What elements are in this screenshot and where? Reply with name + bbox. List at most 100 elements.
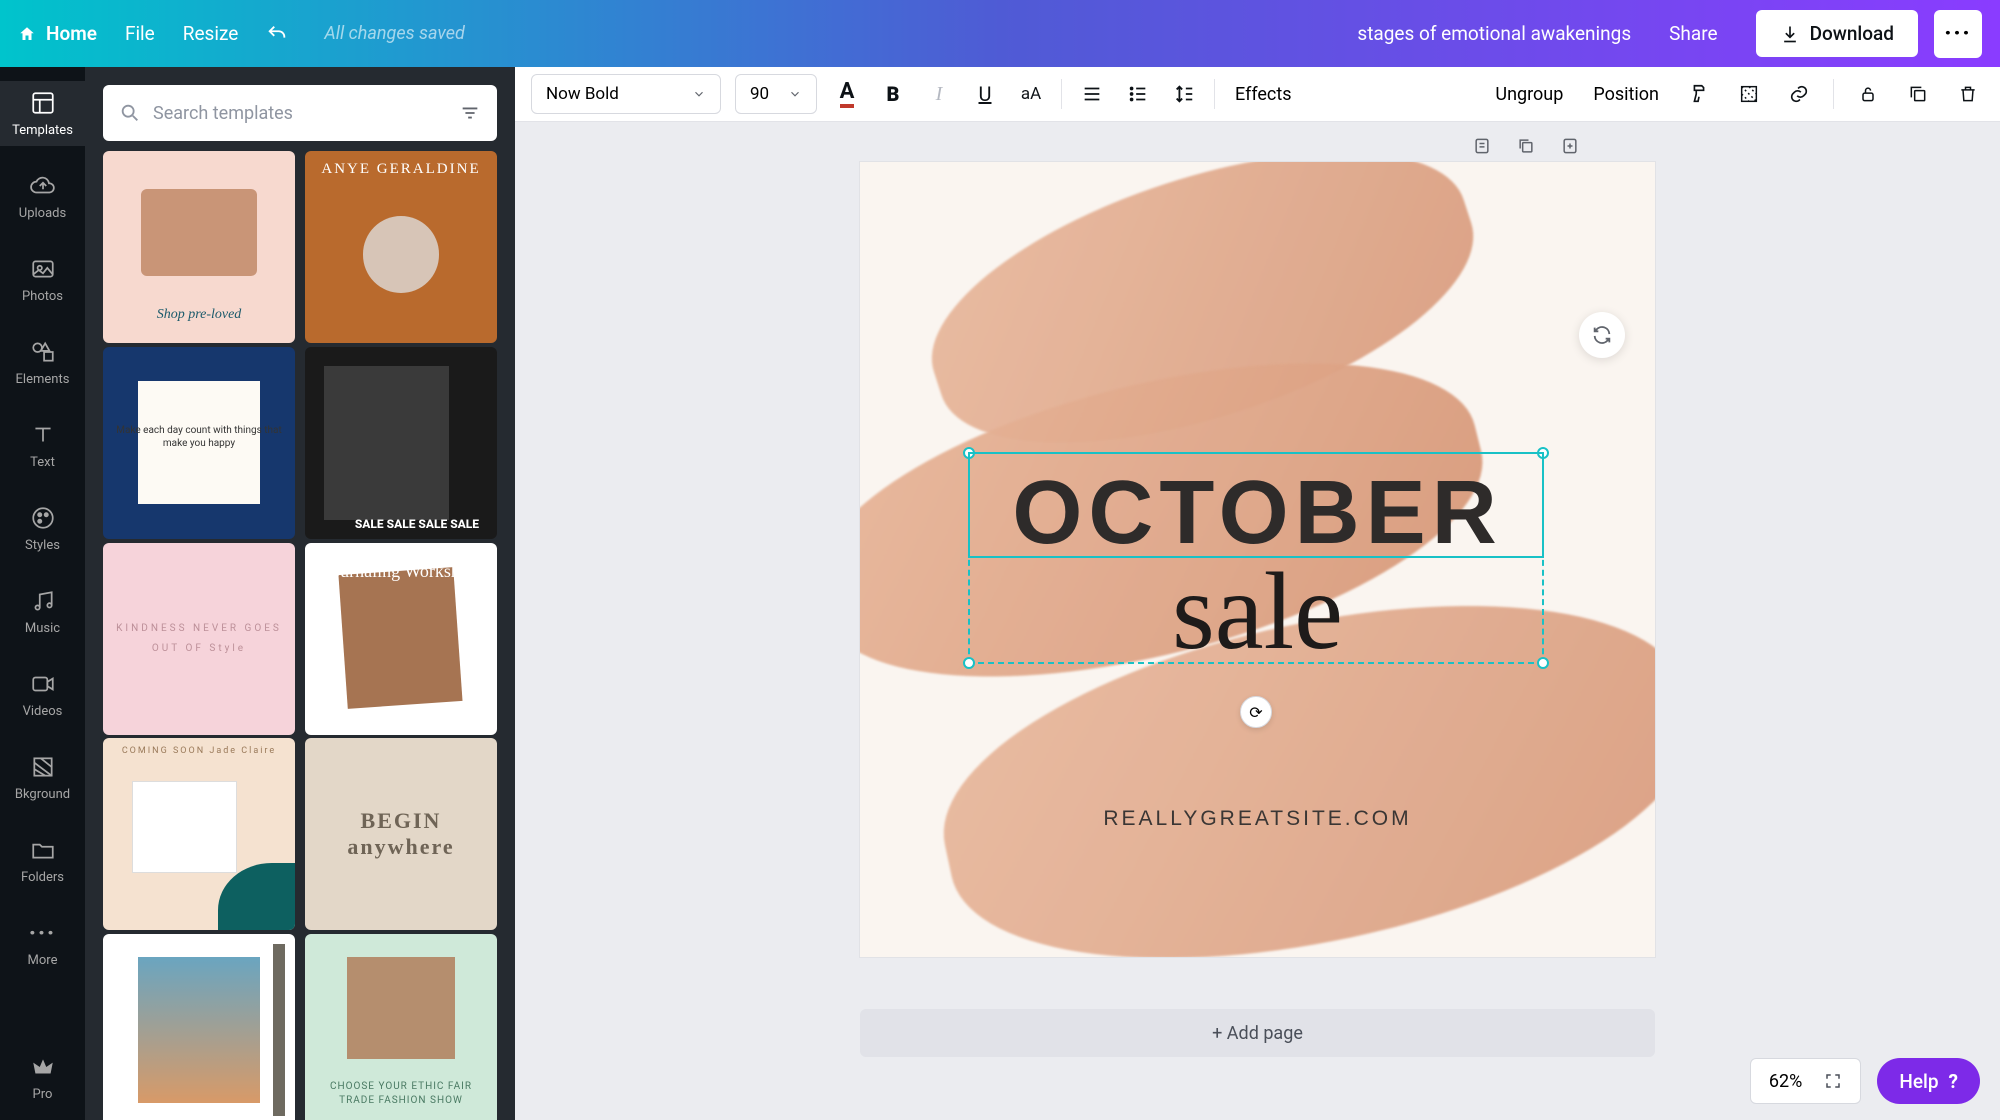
download-label: Download — [1810, 22, 1894, 45]
tpl-caption: Make each day count with things that mak… — [103, 424, 295, 450]
separator — [1833, 79, 1834, 109]
styles-icon — [29, 504, 57, 532]
photos-icon — [29, 255, 57, 283]
rail-label: Bkground — [15, 787, 70, 802]
transparency-button[interactable] — [1733, 78, 1765, 110]
filter-icon[interactable] — [459, 102, 481, 124]
rail-label: Uploads — [19, 206, 66, 221]
template-thumb[interactable]: SALE SALE SALE SALE — [305, 347, 497, 539]
template-thumb[interactable]: Shop pre-loved — [103, 151, 295, 343]
help-button[interactable]: Help ? — [1877, 1058, 1980, 1104]
italic-button[interactable]: I — [923, 78, 955, 110]
templates-grid[interactable]: Shop pre-loved ANYE GERALDINE Make each … — [103, 151, 497, 1120]
music-icon — [29, 587, 57, 615]
refresh-fab[interactable] — [1579, 312, 1625, 358]
text-color-button[interactable]: A — [831, 78, 863, 110]
tpl-caption: COMING SOON Jade Claire — [103, 746, 295, 756]
rail-bkground[interactable]: Bkground — [0, 745, 85, 810]
spacing-button[interactable] — [1168, 78, 1200, 110]
rail-pro[interactable]: Pro — [0, 1045, 85, 1110]
rail-label: Photos — [22, 289, 63, 304]
editor-area: Now Bold 90 A B I U aA Effects Ungroup P… — [515, 67, 2000, 1120]
rail-photos[interactable]: Photos — [0, 247, 85, 312]
design-canvas[interactable]: OCTOBER sale REALLYGREATSITE.COM ⟳ — [860, 162, 1655, 957]
bold-button[interactable]: B — [877, 78, 909, 110]
resize-handle[interactable] — [1537, 657, 1549, 669]
rail-uploads[interactable]: Uploads — [0, 164, 85, 229]
list-button[interactable] — [1122, 78, 1154, 110]
resize-handle[interactable] — [963, 657, 975, 669]
separator — [1214, 79, 1215, 109]
pro-icon — [29, 1053, 57, 1081]
delete-button[interactable] — [1952, 78, 1984, 110]
duplicate-button[interactable] — [1902, 78, 1934, 110]
search-bar[interactable] — [103, 85, 497, 141]
zoom-control[interactable]: 62% — [1750, 1058, 1861, 1104]
canvas-url[interactable]: REALLYGREATSITE.COM — [860, 807, 1655, 831]
more-menu-button[interactable]: ··· — [1934, 10, 1982, 58]
undo-button[interactable] — [266, 23, 288, 45]
document-name[interactable]: stages of emotional awakenings — [1357, 22, 1631, 45]
template-thumb[interactable]: KINDNESS NEVER GOES OUT OF Style — [103, 543, 295, 735]
home-link[interactable]: Home — [18, 22, 97, 45]
lock-button[interactable] — [1852, 78, 1884, 110]
file-menu[interactable]: File — [125, 22, 155, 45]
uppercase-button[interactable]: aA — [1015, 78, 1047, 110]
canvas-zone[interactable]: OCTOBER sale REALLYGREATSITE.COM ⟳ + Add… — [515, 122, 2000, 1120]
home-icon — [18, 25, 36, 43]
resize-menu[interactable]: Resize — [183, 22, 239, 45]
alignment-button[interactable] — [1076, 78, 1108, 110]
template-thumb[interactable]: BEGIN anywhere — [305, 738, 497, 930]
rail-label: Templates — [12, 123, 73, 138]
copy-style-button[interactable] — [1683, 78, 1715, 110]
download-icon — [1780, 24, 1800, 44]
help-icon: ? — [1949, 1070, 1958, 1093]
videos-icon — [29, 670, 57, 698]
elements-icon — [29, 338, 57, 366]
share-button[interactable]: Share — [1647, 12, 1739, 55]
text-icon — [29, 421, 57, 449]
rail-more[interactable]: ··· More — [0, 911, 85, 976]
tpl-caption: SALE SALE SALE SALE — [345, 518, 489, 531]
help-label: Help — [1899, 1070, 1938, 1093]
duplicate-page-icon[interactable] — [1516, 136, 1536, 156]
rail-label: More — [28, 953, 58, 968]
rail-styles[interactable]: Styles — [0, 496, 85, 561]
ungroup-button[interactable]: Ungroup — [1489, 84, 1569, 105]
font-family-select[interactable]: Now Bold — [531, 74, 721, 114]
rail-label: Videos — [23, 704, 63, 719]
top-left-group: Home File Resize All changes saved — [18, 22, 465, 45]
template-thumb[interactable]: Make each day count with things that mak… — [103, 347, 295, 539]
underline-button[interactable]: U — [969, 78, 1001, 110]
template-thumb[interactable]: Journaling Workshop — [305, 543, 497, 735]
rail-folders[interactable]: Folders — [0, 828, 85, 893]
rail-label: Pro — [33, 1087, 53, 1102]
search-input[interactable] — [153, 103, 447, 124]
template-thumb[interactable] — [103, 934, 295, 1120]
home-label: Home — [46, 22, 97, 45]
add-page-button[interactable]: + Add page — [860, 1009, 1655, 1057]
group-selection-box[interactable] — [968, 452, 1544, 664]
add-page-icon[interactable] — [1560, 136, 1580, 156]
rail-videos[interactable]: Videos — [0, 662, 85, 727]
rotate-handle[interactable]: ⟳ — [1240, 696, 1272, 728]
template-thumb[interactable]: ANYE GERALDINE — [305, 151, 497, 343]
position-button[interactable]: Position — [1587, 84, 1665, 105]
template-thumb[interactable]: COMING SOON Jade Claire — [103, 738, 295, 930]
template-thumb[interactable]: CHOOSE YOUR ETHIC FAIR TRADE FASHION SHO… — [305, 934, 497, 1120]
fullscreen-icon[interactable] — [1824, 1072, 1842, 1090]
effects-button[interactable]: Effects — [1229, 84, 1298, 105]
rail-elements[interactable]: Elements — [0, 330, 85, 395]
download-button[interactable]: Download — [1756, 10, 1918, 57]
link-button[interactable] — [1783, 78, 1815, 110]
canvas-page-tools — [1472, 136, 1580, 156]
rail-label: Folders — [21, 870, 64, 885]
tpl-caption: BEGIN anywhere — [305, 808, 497, 860]
rail-text[interactable]: Text — [0, 413, 85, 478]
font-size-select[interactable]: 90 — [735, 74, 817, 114]
tpl-caption: Journaling Workshop — [305, 561, 497, 582]
rail-templates[interactable]: Templates — [0, 81, 85, 146]
uploads-icon — [29, 172, 57, 200]
notes-icon[interactable] — [1472, 136, 1492, 156]
rail-music[interactable]: Music — [0, 579, 85, 644]
